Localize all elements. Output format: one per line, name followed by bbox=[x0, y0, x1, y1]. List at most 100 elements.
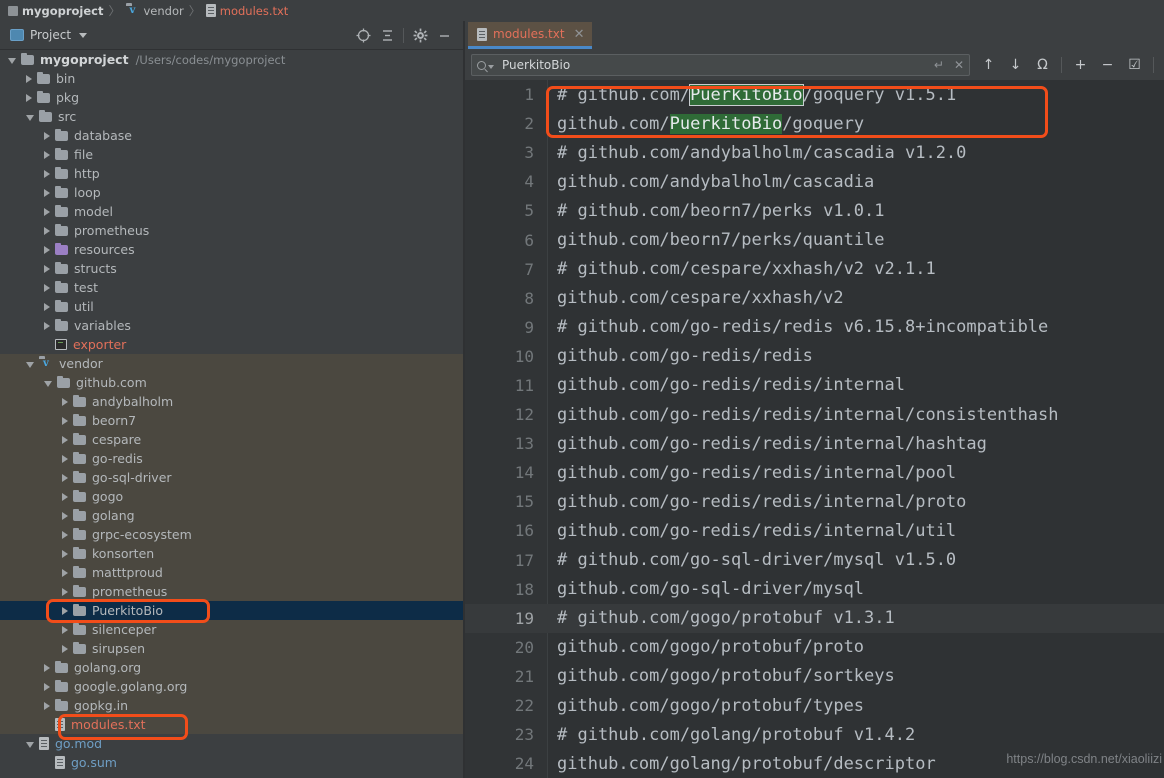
tree-expand-arrow-icon[interactable] bbox=[44, 227, 50, 235]
breadcrumb-item-mygoproject[interactable]: mygoproject bbox=[6, 4, 105, 18]
code-lines[interactable]: 1# github.com/PuerkitoBio/goquery v1.5.1… bbox=[465, 80, 1164, 778]
tree-node-google-golang-org[interactable]: google.golang.org bbox=[0, 677, 464, 696]
tree-node-modules-txt[interactable]: modules.txt bbox=[0, 715, 464, 734]
tree-node-loop[interactable]: loop bbox=[0, 183, 464, 202]
tree-expand-arrow-icon[interactable] bbox=[44, 683, 50, 691]
code-line[interactable]: 6github.com/beorn7/perks/quantile bbox=[465, 225, 1164, 254]
tree-expand-arrow-icon[interactable] bbox=[44, 265, 50, 273]
tree-node-file[interactable]: file bbox=[0, 145, 464, 164]
tree-node-util[interactable]: util bbox=[0, 297, 464, 316]
tree-node-konsorten[interactable]: konsorten bbox=[0, 544, 464, 563]
tree-node-go-sql-driver[interactable]: go-sql-driver bbox=[0, 468, 464, 487]
tree-node-golang[interactable]: golang bbox=[0, 506, 464, 525]
code-line[interactable]: 20github.com/gogo/protobuf/proto bbox=[465, 633, 1164, 662]
tree-expand-arrow-icon[interactable] bbox=[44, 381, 52, 387]
tree-node-silenceper[interactable]: silenceper bbox=[0, 620, 464, 639]
code-line[interactable]: 22github.com/gogo/protobuf/types bbox=[465, 691, 1164, 720]
hide-panel-icon[interactable] bbox=[432, 23, 456, 47]
tree-expand-arrow-icon[interactable] bbox=[44, 284, 50, 292]
tree-expand-arrow-icon[interactable] bbox=[62, 474, 68, 482]
tree-node-mygoproject[interactable]: mygoproject/Users/codes/mygoproject bbox=[0, 50, 464, 69]
tree-expand-arrow-icon[interactable] bbox=[44, 151, 50, 159]
tree-node-vendor[interactable]: vvendor bbox=[0, 354, 464, 373]
add-selection-button[interactable]: + bbox=[1068, 53, 1093, 77]
tree-node-golang-org[interactable]: golang.org bbox=[0, 658, 464, 677]
enter-hint-icon[interactable]: ↵ bbox=[934, 58, 944, 72]
code-line[interactable]: 7# github.com/cespare/xxhash/v2 v2.1.1 bbox=[465, 255, 1164, 284]
tree-expand-arrow-icon[interactable] bbox=[62, 645, 68, 653]
project-panel-title-group[interactable]: Project bbox=[0, 28, 87, 42]
code-line[interactable]: 21github.com/gogo/protobuf/sortkeys bbox=[465, 662, 1164, 691]
tree-expand-arrow-icon[interactable] bbox=[62, 531, 68, 539]
tree-node-structs[interactable]: structs bbox=[0, 259, 464, 278]
breadcrumb-item-vendor[interactable]: v vendor bbox=[124, 4, 186, 18]
tree-expand-arrow-icon[interactable] bbox=[62, 455, 68, 463]
tree-node-prometheus[interactable]: prometheus bbox=[0, 221, 464, 240]
tree-node-go-sum[interactable]: go.sum bbox=[0, 753, 464, 772]
project-tree[interactable]: mygoproject/Users/codes/mygoprojectbinpk… bbox=[0, 50, 464, 778]
tree-expand-arrow-icon[interactable] bbox=[26, 75, 32, 83]
tree-node-beorn7[interactable]: beorn7 bbox=[0, 411, 464, 430]
tree-node-sirupsen[interactable]: sirupsen bbox=[0, 639, 464, 658]
tree-expand-arrow-icon[interactable] bbox=[62, 436, 68, 444]
tree-node-resources[interactable]: resources bbox=[0, 240, 464, 259]
tree-expand-arrow-icon[interactable] bbox=[44, 322, 50, 330]
tree-node-cespare[interactable]: cespare bbox=[0, 430, 464, 449]
code-line[interactable]: 11github.com/go-redis/redis/internal bbox=[465, 371, 1164, 400]
code-line[interactable]: 5# github.com/beorn7/perks v1.0.1 bbox=[465, 196, 1164, 225]
tree-expand-arrow-icon[interactable] bbox=[62, 550, 68, 558]
code-line[interactable]: 14github.com/go-redis/redis/internal/poo… bbox=[465, 458, 1164, 487]
tree-expand-arrow-icon[interactable] bbox=[44, 208, 50, 216]
code-line[interactable]: 19# github.com/gogo/protobuf v1.3.1 bbox=[465, 604, 1164, 633]
code-line[interactable]: 13github.com/go-redis/redis/internal/has… bbox=[465, 429, 1164, 458]
find-next-button[interactable]: ↓ bbox=[1003, 53, 1028, 77]
tree-expand-arrow-icon[interactable] bbox=[44, 664, 50, 672]
tree-node-http[interactable]: http bbox=[0, 164, 464, 183]
tree-node-andybalholm[interactable]: andybalholm bbox=[0, 392, 464, 411]
tree-expand-arrow-icon[interactable] bbox=[26, 362, 34, 368]
tree-expand-arrow-icon[interactable] bbox=[62, 588, 68, 596]
tree-node-database[interactable]: database bbox=[0, 126, 464, 145]
code-line[interactable]: 9# github.com/go-redis/redis v6.15.8+inc… bbox=[465, 313, 1164, 342]
code-line[interactable]: 15github.com/go-redis/redis/internal/pro… bbox=[465, 487, 1164, 516]
tree-node-bin[interactable]: bin bbox=[0, 69, 464, 88]
tree-node-github-com[interactable]: github.com bbox=[0, 373, 464, 392]
tree-node-src[interactable]: src bbox=[0, 107, 464, 126]
tree-node-puerkitobio[interactable]: PuerkitoBio bbox=[0, 601, 464, 620]
select-all-button[interactable]: ☑ bbox=[1122, 53, 1147, 77]
tree-expand-arrow-icon[interactable] bbox=[62, 607, 68, 615]
code-line[interactable]: 10github.com/go-redis/redis bbox=[465, 342, 1164, 371]
code-line[interactable]: 1# github.com/PuerkitoBio/goquery v1.5.1 bbox=[465, 80, 1164, 109]
tree-expand-arrow-icon[interactable] bbox=[62, 417, 68, 425]
tree-node-prometheus[interactable]: prometheus bbox=[0, 582, 464, 601]
tree-node-go-redis[interactable]: go-redis bbox=[0, 449, 464, 468]
code-line[interactable]: 2github.com/PuerkitoBio/goquery bbox=[465, 109, 1164, 138]
tree-node-test[interactable]: test bbox=[0, 278, 464, 297]
code-line[interactable]: 17# github.com/go-sql-driver/mysql v1.5.… bbox=[465, 546, 1164, 575]
tree-expand-arrow-icon[interactable] bbox=[62, 626, 68, 634]
tree-node-matttproud[interactable]: matttproud bbox=[0, 563, 464, 582]
code-line[interactable]: 8github.com/cespare/xxhash/v2 bbox=[465, 284, 1164, 313]
clear-search-icon[interactable]: ✕ bbox=[954, 58, 964, 72]
chevron-down-icon[interactable] bbox=[79, 33, 87, 38]
tree-expand-arrow-icon[interactable] bbox=[44, 132, 50, 140]
tree-expand-arrow-icon[interactable] bbox=[62, 398, 68, 406]
code-line[interactable]: 16github.com/go-redis/redis/internal/uti… bbox=[465, 516, 1164, 545]
tree-node-pkg[interactable]: pkg bbox=[0, 88, 464, 107]
tree-node-model[interactable]: model bbox=[0, 202, 464, 221]
collapse-all-icon[interactable] bbox=[375, 23, 399, 47]
tree-expand-arrow-icon[interactable] bbox=[44, 189, 50, 197]
tree-node-variables[interactable]: variables bbox=[0, 316, 464, 335]
breadcrumb-item-modules-txt[interactable]: modules.txt bbox=[204, 4, 291, 18]
close-icon[interactable]: ✕ bbox=[574, 28, 585, 41]
find-previous-button[interactable]: ↑ bbox=[976, 53, 1001, 77]
tab-modules-txt[interactable]: modules.txt ✕ bbox=[468, 22, 592, 49]
code-line[interactable]: 18github.com/go-sql-driver/mysql bbox=[465, 575, 1164, 604]
tree-expand-arrow-icon[interactable] bbox=[62, 569, 68, 577]
tree-node-go-mod[interactable]: go.mod bbox=[0, 734, 464, 753]
tree-node-exporter[interactable]: exporter bbox=[0, 335, 464, 354]
locate-icon[interactable] bbox=[351, 23, 375, 47]
tree-expand-arrow-icon[interactable] bbox=[44, 702, 50, 710]
code-line[interactable]: 3# github.com/andybalholm/cascadia v1.2.… bbox=[465, 138, 1164, 167]
tree-node-grpc-ecosystem[interactable]: grpc-ecosystem bbox=[0, 525, 464, 544]
